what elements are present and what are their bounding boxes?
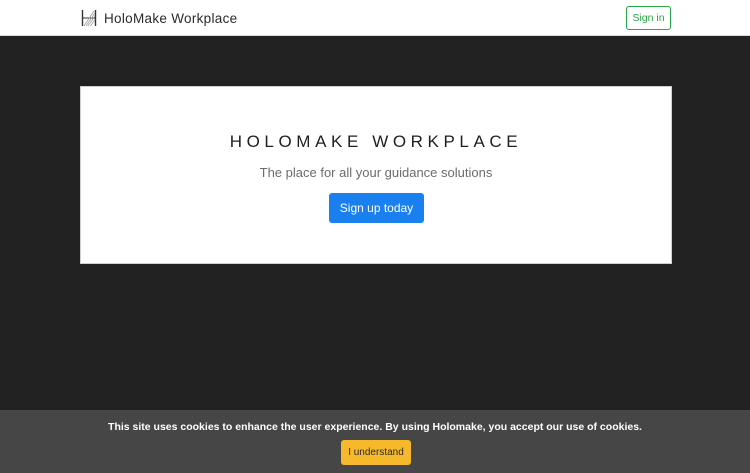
top-navbar: HoloMake Workplace Sign in xyxy=(0,0,750,36)
hero-subtitle: The place for all your guidance solution… xyxy=(259,165,493,180)
cookie-accept-button[interactable]: I understand xyxy=(341,440,411,465)
holomake-logo-icon xyxy=(81,10,97,27)
cookie-consent-bar: This site uses cookies to enhance the us… xyxy=(0,410,750,473)
brand-name: HoloMake Workplace xyxy=(104,10,238,26)
hero-card: HOLOMAKE WORKPLACE The place for all you… xyxy=(80,86,672,264)
sign-up-button[interactable]: Sign up today xyxy=(329,193,424,223)
hero-title: HOLOMAKE WORKPLACE xyxy=(229,132,523,151)
sign-in-button[interactable]: Sign in xyxy=(626,6,671,30)
cookie-message: This site uses cookies to enhance the us… xyxy=(108,421,642,433)
brand-link[interactable]: HoloMake Workplace xyxy=(80,8,237,28)
